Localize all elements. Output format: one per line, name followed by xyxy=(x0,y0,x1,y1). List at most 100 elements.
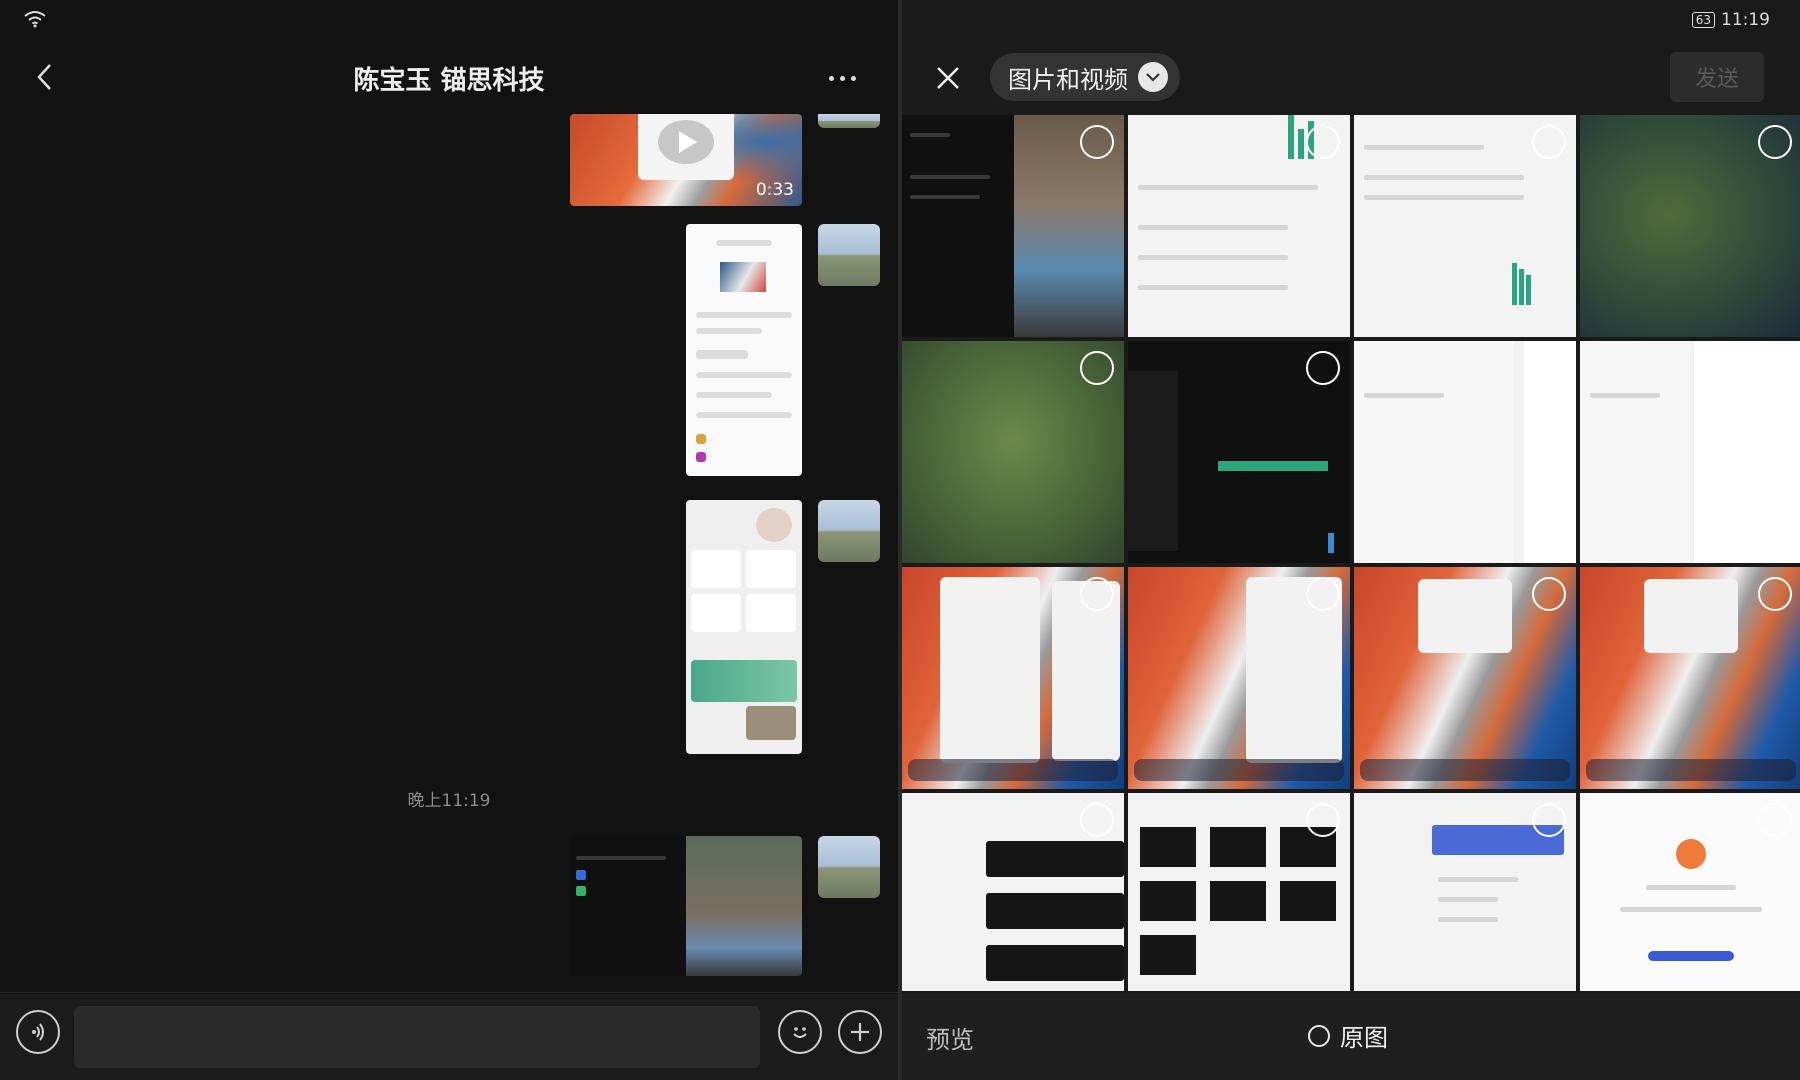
thumb-content-line xyxy=(1364,145,1484,150)
thumb-content-line xyxy=(1364,175,1524,180)
media-thumbnail[interactable] xyxy=(1580,115,1800,337)
select-circle[interactable] xyxy=(1080,351,1114,385)
original-image-toggle[interactable]: 原图 xyxy=(1308,1018,1388,1053)
image-message[interactable] xyxy=(686,500,802,754)
thumb-content-line xyxy=(1138,255,1288,260)
image-message[interactable] xyxy=(686,224,802,476)
thumb-content-line xyxy=(1138,185,1318,190)
select-circle[interactable] xyxy=(1080,577,1114,611)
thumb-content-line xyxy=(1590,393,1660,398)
thumb-window xyxy=(1052,581,1120,761)
thumb-content-line xyxy=(1138,225,1288,230)
media-thumbnail[interactable] xyxy=(902,567,1124,789)
thumb-content-line xyxy=(910,195,980,199)
media-thumbnail[interactable] xyxy=(1354,567,1576,789)
thumb-watchface xyxy=(1210,827,1266,867)
close-button[interactable] xyxy=(928,58,968,98)
select-circle[interactable] xyxy=(1306,577,1340,611)
media-thumbnail[interactable] xyxy=(1354,115,1576,337)
dot-icon xyxy=(828,75,834,81)
media-thumbnail[interactable] xyxy=(1354,341,1576,563)
chat-pane: 陈宝玉 锚思科技 0:33 晚上11:19 xyxy=(0,0,898,1080)
thumb-content-panel xyxy=(1580,341,1690,563)
media-thumbnail[interactable] xyxy=(1580,341,1800,563)
image-content-card xyxy=(746,594,796,632)
media-thumbnail[interactable] xyxy=(902,341,1124,563)
thumb-content-panel xyxy=(1128,371,1178,551)
media-thumbnail[interactable] xyxy=(1580,793,1800,991)
album-selector[interactable]: 图片和视频 xyxy=(990,53,1180,101)
thumb-chart-bar xyxy=(1218,461,1328,471)
chat-header: 陈宝玉 锚思科技 xyxy=(0,0,898,112)
emoji-button[interactable] xyxy=(778,1010,822,1054)
image-content-blur xyxy=(756,508,792,542)
image-content-card xyxy=(691,550,741,588)
select-circle[interactable] xyxy=(1758,351,1792,385)
thumb-chart-bar xyxy=(1519,269,1524,305)
avatar[interactable] xyxy=(818,114,880,128)
image-content-photo xyxy=(686,836,802,976)
chevron-down-icon xyxy=(1138,62,1168,92)
image-content-line xyxy=(696,312,792,318)
voice-input-button[interactable] xyxy=(16,1010,60,1054)
radio-icon xyxy=(1308,1024,1330,1047)
select-circle[interactable] xyxy=(1758,577,1792,611)
image-content-card xyxy=(691,594,741,632)
thumb-chart-bar xyxy=(1512,263,1517,305)
thumb-chart-bar xyxy=(1328,533,1334,553)
thumb-watchface xyxy=(1210,881,1266,921)
media-thumbnail[interactable] xyxy=(1128,341,1350,563)
media-thumbnail[interactable] xyxy=(1128,793,1350,991)
play-icon xyxy=(658,120,714,164)
select-circle[interactable] xyxy=(1306,351,1340,385)
media-picker-pane: 63 11:19 图片和视频 发送 预览 原图 xyxy=(902,0,1800,1080)
thumb-content-line xyxy=(910,133,950,137)
status-clock: 11:19 xyxy=(1721,10,1770,30)
dot-icon xyxy=(850,75,856,81)
media-thumbnail[interactable] xyxy=(1354,793,1576,991)
select-circle[interactable] xyxy=(1532,577,1566,611)
preview-button[interactable]: 预览 xyxy=(926,1020,974,1055)
more-actions-button[interactable] xyxy=(838,1010,882,1054)
avatar[interactable] xyxy=(818,836,880,898)
picker-bottom-bar: 预览 原图 xyxy=(902,994,1800,1080)
more-options-button[interactable] xyxy=(820,64,864,92)
media-thumbnail[interactable] xyxy=(1580,567,1800,789)
select-circle[interactable] xyxy=(1532,803,1566,837)
video-message[interactable]: 0:33 xyxy=(570,114,802,206)
image-content-icon xyxy=(576,870,586,880)
thumb-window xyxy=(1418,579,1512,653)
media-thumbnail[interactable] xyxy=(1128,115,1350,337)
send-button[interactable]: 发送 xyxy=(1670,52,1764,102)
avatar[interactable] xyxy=(818,224,880,286)
voice-icon xyxy=(32,1023,44,1041)
select-circle[interactable] xyxy=(1306,803,1340,837)
select-circle[interactable] xyxy=(1532,125,1566,159)
select-circle[interactable] xyxy=(1080,125,1114,159)
avatar[interactable] xyxy=(818,500,880,562)
select-circle[interactable] xyxy=(1758,803,1792,837)
select-circle[interactable] xyxy=(1306,125,1340,159)
image-content-icon xyxy=(696,452,706,462)
media-thumbnail[interactable] xyxy=(902,115,1124,337)
message-input[interactable] xyxy=(74,1006,760,1068)
thumb-dock xyxy=(908,759,1118,781)
media-thumbnail[interactable] xyxy=(902,793,1124,991)
select-circle[interactable] xyxy=(1532,351,1566,385)
thumb-content-line xyxy=(1438,897,1498,902)
battery-icon: 63 xyxy=(1691,12,1715,28)
thumb-chart-bar xyxy=(1526,275,1531,305)
media-thumbnail[interactable] xyxy=(1128,567,1350,789)
original-image-label: 原图 xyxy=(1340,1024,1388,1052)
thumb-window xyxy=(940,577,1040,763)
thumb-content-block xyxy=(986,841,1124,877)
select-circle[interactable] xyxy=(1080,803,1114,837)
thumb-watchface xyxy=(1140,935,1196,975)
thumb-content-line xyxy=(1620,907,1762,912)
select-circle[interactable] xyxy=(1758,125,1792,159)
thumb-chart-bar xyxy=(1288,115,1294,159)
album-selector-label: 图片和视频 xyxy=(1008,65,1128,94)
video-duration: 0:33 xyxy=(755,180,794,200)
image-message[interactable] xyxy=(570,836,802,976)
thumb-content-line xyxy=(1438,917,1498,922)
